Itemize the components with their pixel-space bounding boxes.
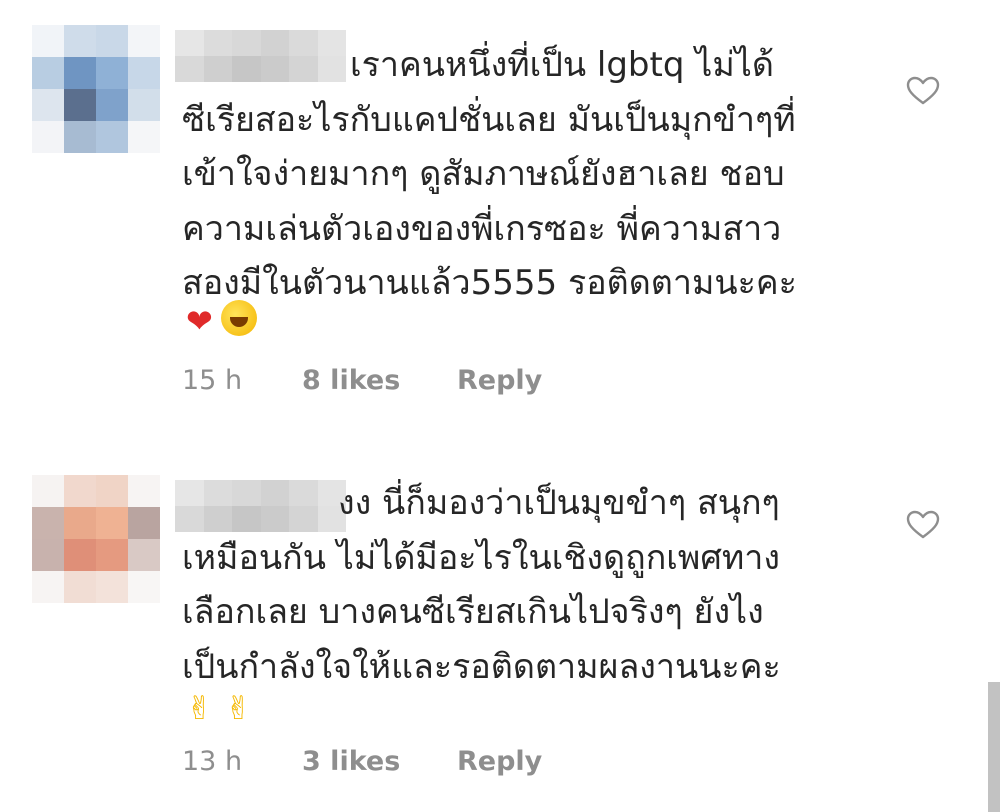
comment-2: งง นี่ก็มองว่าเป็นมุขขำๆ สนุกๆ เหมือนกัน… xyxy=(0,450,1000,812)
avatar-pixel xyxy=(32,507,64,539)
rolling-laughing-emoji xyxy=(220,300,257,336)
comment-text-first-line: งง นี่ก็มองว่าเป็นมุขขำๆ สนุกๆ xyxy=(338,483,780,523)
heart-outline-icon[interactable] xyxy=(906,76,940,106)
avatar-pixel xyxy=(128,57,160,89)
emoji-row: ✌ ✌ xyxy=(186,688,264,728)
emoji-row: ❤ xyxy=(186,300,257,341)
avatar-pixel xyxy=(128,475,160,507)
comment-1: เราคนหนึ่งที่เป็น lgbtq ไม่ได้ ซีเรียสอะ… xyxy=(0,0,1000,430)
comment-text-body: ซีเรียสอะไรกับแคปชั่นเลย มันเป็นมุกขำๆที… xyxy=(182,99,797,304)
comment-text: เราคนหนึ่งที่เป็น lgbtq ไม่ได้ ซีเรียสอะ… xyxy=(182,38,872,311)
likes-count[interactable]: 8 likes xyxy=(302,365,457,396)
victory-hand-emoji: ✌ xyxy=(224,689,252,727)
comment-text: งง นี่ก็มองว่าเป็นมุขขำๆ สนุกๆ เหมือนกัน… xyxy=(182,476,872,694)
avatar-pixel xyxy=(128,25,160,57)
avatar-pixel xyxy=(96,475,128,507)
avatar-pixel xyxy=(64,57,96,89)
comment-text-body: เหมือนกัน ไม่ได้มีอะไรในเชิงดูถูกเพศทาง … xyxy=(182,537,781,687)
avatar-pixel xyxy=(128,571,160,603)
avatar-pixel xyxy=(64,539,96,571)
avatar[interactable] xyxy=(32,475,160,603)
scrollbar-thumb[interactable] xyxy=(988,682,1000,812)
avatar[interactable] xyxy=(32,25,160,153)
comment-meta: 13 h 3 likes Reply xyxy=(182,746,542,777)
avatar-pixel xyxy=(32,539,64,571)
timestamp: 13 h xyxy=(182,746,243,777)
avatar-pixel xyxy=(32,89,64,121)
avatar-pixel xyxy=(96,57,128,89)
avatar-pixel xyxy=(96,571,128,603)
avatar-pixel xyxy=(32,25,64,57)
avatar-pixel xyxy=(64,25,96,57)
avatar-pixel xyxy=(128,507,160,539)
heart-outline-icon[interactable] xyxy=(906,510,940,540)
avatar-pixel xyxy=(128,89,160,121)
red-heart-emoji: ❤ xyxy=(186,302,213,340)
avatar-pixel xyxy=(96,121,128,153)
avatar-pixel xyxy=(32,121,64,153)
avatar-pixel xyxy=(96,507,128,539)
reply-button[interactable]: Reply xyxy=(457,746,542,777)
timestamp: 15 h xyxy=(182,365,243,396)
avatar-pixel xyxy=(32,571,64,603)
avatar-pixel xyxy=(64,507,96,539)
avatar-pixel xyxy=(96,89,128,121)
avatar-pixel xyxy=(128,121,160,153)
avatar-pixel xyxy=(128,539,160,571)
avatar-pixel xyxy=(96,25,128,57)
likes-count[interactable]: 3 likes xyxy=(302,746,457,777)
avatar-pixel xyxy=(64,89,96,121)
avatar-pixel xyxy=(64,475,96,507)
comment-meta: 15 h 8 likes Reply xyxy=(182,365,542,396)
comment-text-first-line: เราคนหนึ่งที่เป็น lgbtq ไม่ได้ xyxy=(350,45,774,85)
avatar-pixel xyxy=(96,539,128,571)
victory-hand-emoji: ✌ xyxy=(186,689,213,727)
avatar-pixel xyxy=(64,571,96,603)
avatar-pixel xyxy=(64,121,96,153)
avatar-pixel xyxy=(32,57,64,89)
avatar-pixel xyxy=(32,475,64,507)
reply-button[interactable]: Reply xyxy=(457,365,542,396)
